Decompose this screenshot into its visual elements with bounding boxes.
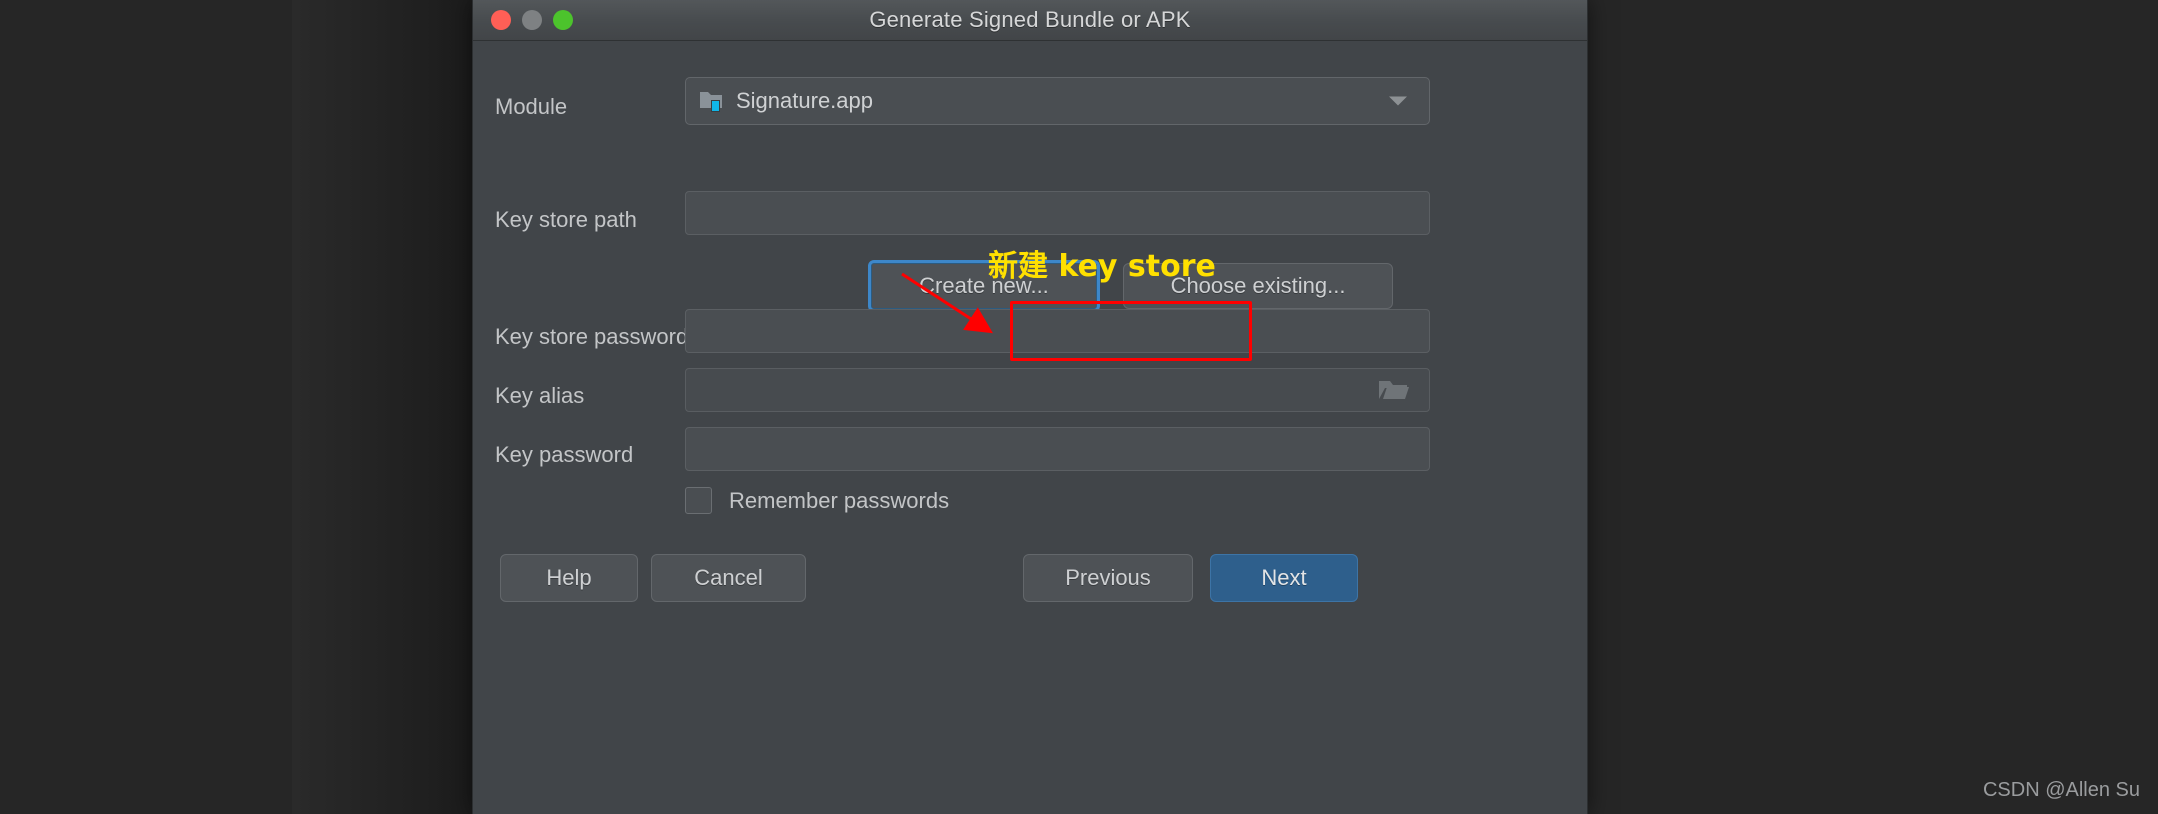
remember-passwords-row[interactable]: Remember passwords (685, 487, 949, 514)
remember-passwords-label: Remember passwords (729, 487, 950, 513)
generate-signed-bundle-dialog: Generate Signed Bundle or APK Module Sig… (472, 0, 1588, 814)
module-value: Signature.app (736, 88, 873, 113)
key-password-input[interactable] (685, 427, 1430, 471)
key-store-path-input[interactable] (685, 191, 1430, 235)
previous-button[interactable]: Previous (1023, 554, 1193, 602)
watermark: CSDN @Allen Su (1982, 779, 2140, 801)
key-store-password-label: Key store password (495, 324, 689, 349)
maximize-window-button[interactable] (553, 10, 573, 30)
open-folder-icon[interactable] (1379, 379, 1409, 401)
cancel-button[interactable]: Cancel (651, 554, 806, 602)
dialog-title: Generate Signed Bundle or APK (869, 7, 1191, 32)
annotation-note-text: 新建 key store (988, 249, 1216, 284)
module-label: Module (495, 94, 568, 119)
key-password-label: Key password (495, 442, 634, 467)
android-module-folder-icon (700, 90, 724, 112)
screen: Generate Signed Bundle or APK Module Sig… (0, 0, 2158, 814)
next-button[interactable]: Next (1210, 554, 1358, 602)
desktop-backdrop-left (0, 0, 472, 814)
dialog-titlebar: Generate Signed Bundle or APK (473, 0, 1587, 41)
chevron-down-icon (1389, 96, 1407, 106)
remember-passwords-checkbox[interactable] (685, 487, 712, 514)
dialog-body: Module Signature.app Key store path Crea… (473, 41, 1587, 814)
key-alias-label: Key alias (495, 383, 585, 408)
module-dropdown[interactable]: Signature.app (685, 77, 1430, 125)
close-window-button[interactable] (491, 10, 511, 30)
key-store-path-label: Key store path (495, 207, 637, 232)
window-controls (491, 10, 573, 30)
desktop-backdrop-right (1588, 0, 2158, 814)
minimize-window-button[interactable] (522, 10, 542, 30)
key-store-password-input[interactable] (685, 309, 1430, 353)
help-button[interactable]: Help (500, 554, 638, 602)
key-alias-input[interactable] (685, 368, 1430, 412)
